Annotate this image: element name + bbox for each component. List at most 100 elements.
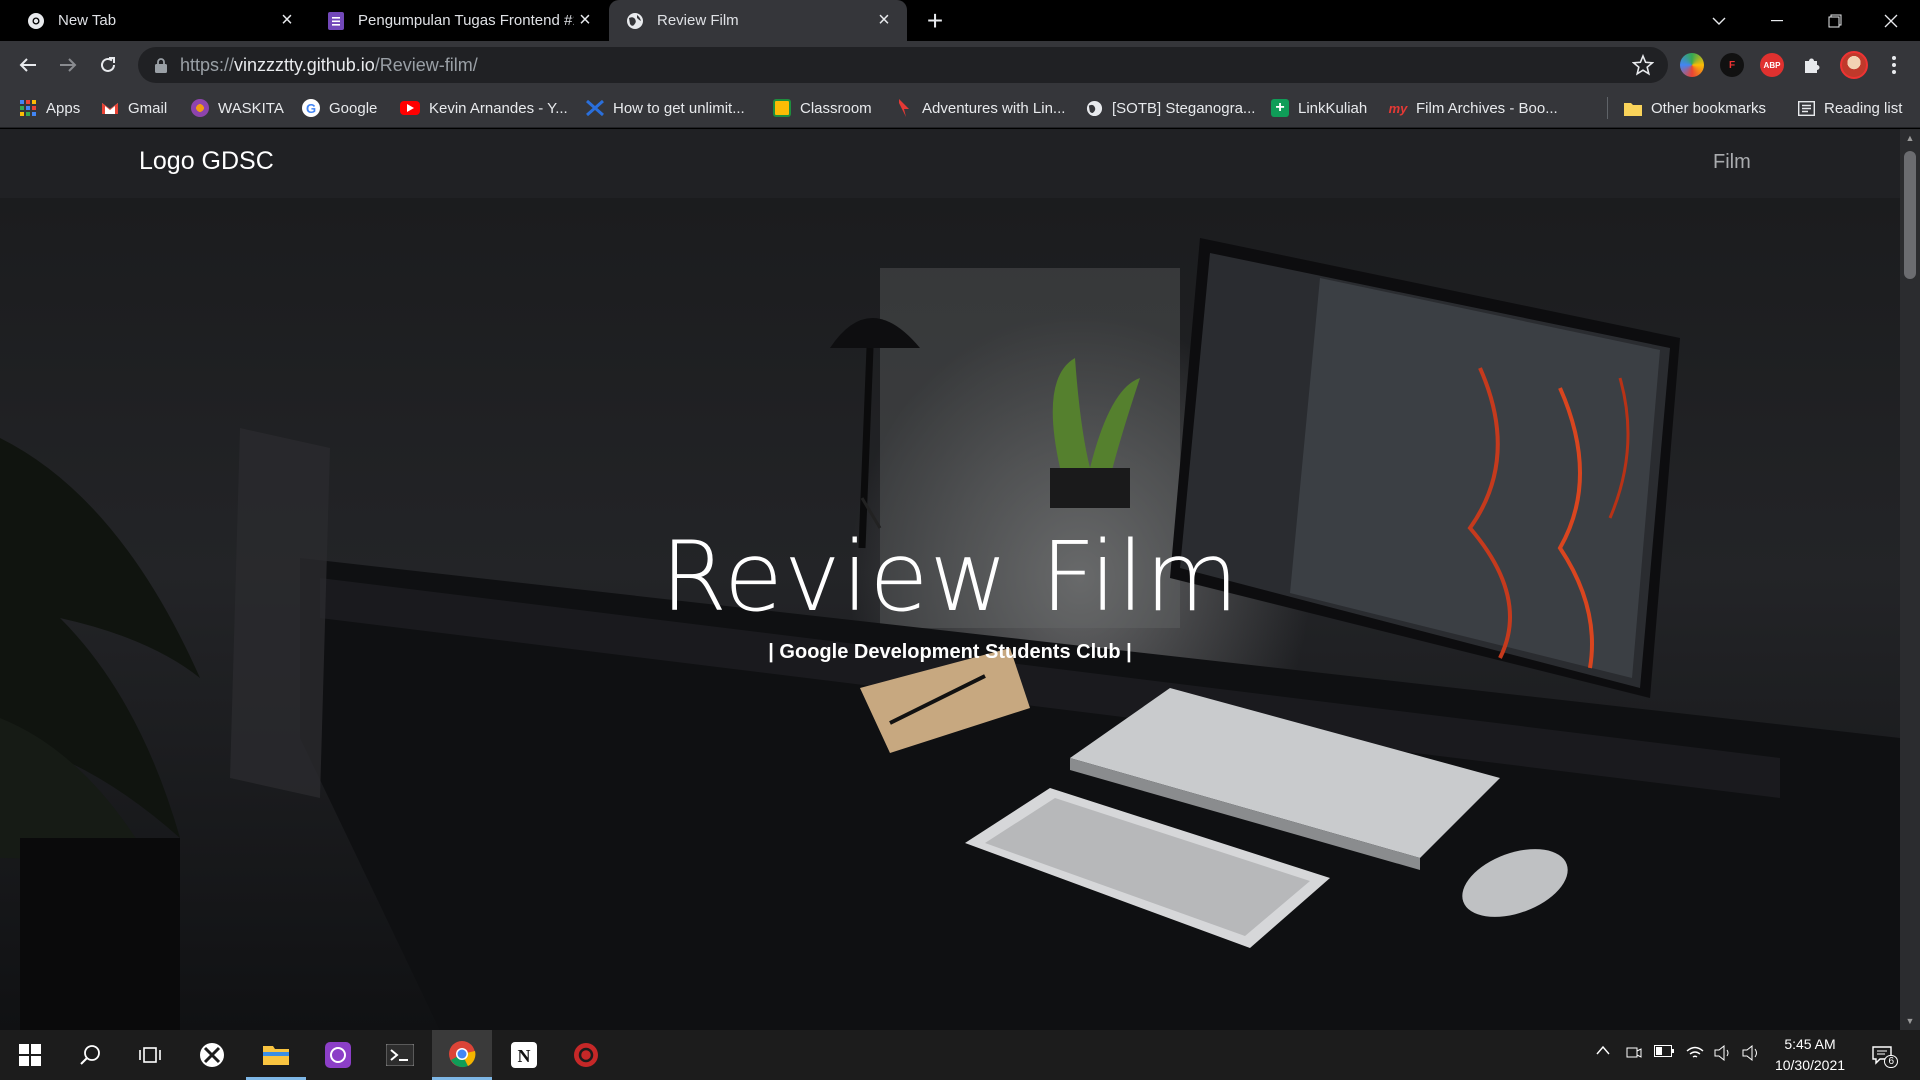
svg-text:N: N xyxy=(518,1046,531,1066)
scroll-up-icon[interactable]: ▲ xyxy=(1905,133,1915,143)
bookmark-film-archives[interactable]: my Film Archives - Boo... xyxy=(1389,89,1558,127)
close-tab-icon[interactable]: × xyxy=(873,9,895,32)
scrollbar-thumb[interactable] xyxy=(1904,151,1916,279)
bookmark-label: Google xyxy=(329,99,378,117)
url-text: https://vinzzztty.github.io/Review-film/ xyxy=(180,55,478,76)
profile-avatar[interactable] xyxy=(1840,51,1868,79)
adblock-icon[interactable]: ABP xyxy=(1760,53,1784,77)
bookmarks-bar: Apps Gmail WASKITA G Google Kevin Arnand… xyxy=(0,89,1920,128)
volume-icon[interactable] xyxy=(1714,1045,1732,1061)
youtube-icon xyxy=(400,101,420,115)
folder-icon xyxy=(1624,99,1642,117)
system-clock[interactable]: 5:45 AM 10/30/2021 xyxy=(1760,1034,1860,1076)
google-icon: G xyxy=(302,99,320,117)
plus-green-icon: + xyxy=(1271,99,1289,117)
gmail-icon xyxy=(101,99,119,117)
forward-button[interactable] xyxy=(52,49,84,81)
tab-pengumpulan[interactable]: Pengumpulan Tugas Frontend #1 × xyxy=(310,0,608,41)
bookmark-label: Reading list xyxy=(1824,99,1903,117)
bookmark-star-icon[interactable] xyxy=(1632,54,1654,76)
clock-date: 10/30/2021 xyxy=(1774,1057,1846,1073)
address-bar[interactable]: https://vinzzztty.github.io/Review-film/ xyxy=(138,47,1668,83)
bookmark-apps[interactable]: Apps xyxy=(19,89,80,127)
apps-grid-icon xyxy=(19,99,37,117)
xbox-icon[interactable] xyxy=(182,1030,242,1080)
bookmark-label: Apps xyxy=(46,99,81,117)
bookmark-label: How to get unlimit... xyxy=(613,99,745,117)
bookmark-linkkuliah[interactable]: + LinkKuliah xyxy=(1271,89,1367,127)
bookmark-classroom[interactable]: Classroom xyxy=(773,89,872,127)
tab-title: New Tab xyxy=(58,12,117,29)
meet-now-icon[interactable] xyxy=(1626,1045,1642,1061)
bookmark-waskita[interactable]: WASKITA xyxy=(191,89,284,127)
tab-new-tab[interactable]: New Tab × xyxy=(0,0,310,41)
tab-title: Review Film xyxy=(657,12,739,29)
bookmark-label: [SOTB] Steganogra... xyxy=(1112,99,1256,117)
notion-icon[interactable]: N xyxy=(494,1030,554,1080)
hero-section: Review Film | Google Development Student… xyxy=(0,198,1900,1030)
tab-strip: New Tab × Pengumpulan Tugas Frontend #1 … xyxy=(0,0,1920,41)
url-host: vinzzztty.github.io xyxy=(234,54,375,75)
lock-icon[interactable] xyxy=(152,56,170,74)
close-window-icon[interactable] xyxy=(1862,0,1920,41)
tab-review-film[interactable]: Review Film × xyxy=(609,0,907,41)
extension-dark-icon[interactable]: F xyxy=(1720,53,1744,77)
close-tab-icon[interactable]: × xyxy=(574,9,596,32)
app-red-icon[interactable] xyxy=(556,1030,616,1080)
chrome-icon xyxy=(26,11,46,31)
wifi-icon[interactable] xyxy=(1686,1045,1704,1061)
search-icon[interactable] xyxy=(60,1030,120,1080)
tab-title: Pengumpulan Tugas Frontend #1 xyxy=(358,12,574,29)
file-explorer-icon[interactable] xyxy=(246,1030,306,1080)
reload-button[interactable] xyxy=(92,49,124,81)
action-center-icon[interactable]: 6 xyxy=(1866,1040,1898,1070)
page-scrollbar[interactable]: ▲ ▼ xyxy=(1900,129,1920,1030)
bookmark-google[interactable]: G Google xyxy=(302,89,377,127)
browser-toolbar: https://vinzzztty.github.io/Review-film/… xyxy=(0,41,1920,89)
extensions-puzzle-icon[interactable] xyxy=(1800,53,1824,77)
terminal-icon[interactable] xyxy=(370,1030,430,1080)
bookmark-how-to-get[interactable]: How to get unlimit... xyxy=(586,89,745,127)
forms-icon xyxy=(326,11,346,31)
bookmark-label: Gmail xyxy=(128,99,168,117)
battery-icon[interactable] xyxy=(1654,1045,1674,1057)
restore-icon[interactable] xyxy=(1806,0,1864,41)
menu-kebab-icon[interactable] xyxy=(1882,53,1906,77)
site-navbar: Logo GDSC Film xyxy=(0,129,1900,198)
minimize-icon[interactable] xyxy=(1748,0,1806,41)
bookmark-sotb[interactable]: [SOTB] Steganogra... xyxy=(1085,89,1255,127)
url-scheme: https:// xyxy=(180,54,235,75)
speaker-icon[interactable] xyxy=(1742,1045,1760,1061)
windows-start-icon[interactable] xyxy=(0,1030,60,1080)
chrome-icon[interactable] xyxy=(432,1030,492,1080)
task-view-icon[interactable] xyxy=(120,1030,180,1080)
close-tab-icon[interactable]: × xyxy=(276,9,298,32)
bookmark-label: Adventures with Lin... xyxy=(922,99,1066,117)
scroll-down-icon[interactable]: ▼ xyxy=(1905,1016,1915,1026)
site-logo[interactable]: Logo GDSC xyxy=(139,147,274,176)
tab-search-icon[interactable] xyxy=(1690,0,1748,41)
url-path: /Review-film/ xyxy=(374,54,478,75)
bookmark-red-icon xyxy=(895,99,913,117)
bookmark-label: WASKITA xyxy=(218,99,284,117)
classroom-icon xyxy=(773,99,791,117)
bookmark-adventures[interactable]: Adventures with Lin... xyxy=(895,89,1065,127)
new-tab-button[interactable]: + xyxy=(920,5,950,36)
bookmark-kevin-arnandes[interactable]: Kevin Arnandes - Y... xyxy=(400,89,568,127)
back-button[interactable] xyxy=(12,49,44,81)
bookmark-other[interactable]: Other bookmarks xyxy=(1624,89,1766,127)
bookmark-reading-list[interactable]: Reading list xyxy=(1797,89,1902,127)
waskita-icon xyxy=(191,99,209,117)
show-hidden-icons-icon[interactable] xyxy=(1596,1045,1610,1055)
notification-count-badge: 6 xyxy=(1884,1055,1898,1068)
nav-link-film[interactable]: Film xyxy=(1713,151,1751,174)
bookmark-label: LinkKuliah xyxy=(1298,99,1368,117)
reading-list-icon xyxy=(1797,99,1815,117)
windows-taskbar: N 5:45 AM 10/30/2021 6 xyxy=(0,1030,1920,1080)
bookmark-gmail[interactable]: Gmail xyxy=(101,89,167,127)
my-icon: my xyxy=(1388,100,1408,116)
web-page: Logo GDSC Film Review Film | Google Deve… xyxy=(0,129,1900,1030)
app-purple-icon[interactable] xyxy=(308,1030,368,1080)
globe-icon xyxy=(1085,99,1103,117)
extension-colorful-icon[interactable] xyxy=(1680,53,1704,77)
